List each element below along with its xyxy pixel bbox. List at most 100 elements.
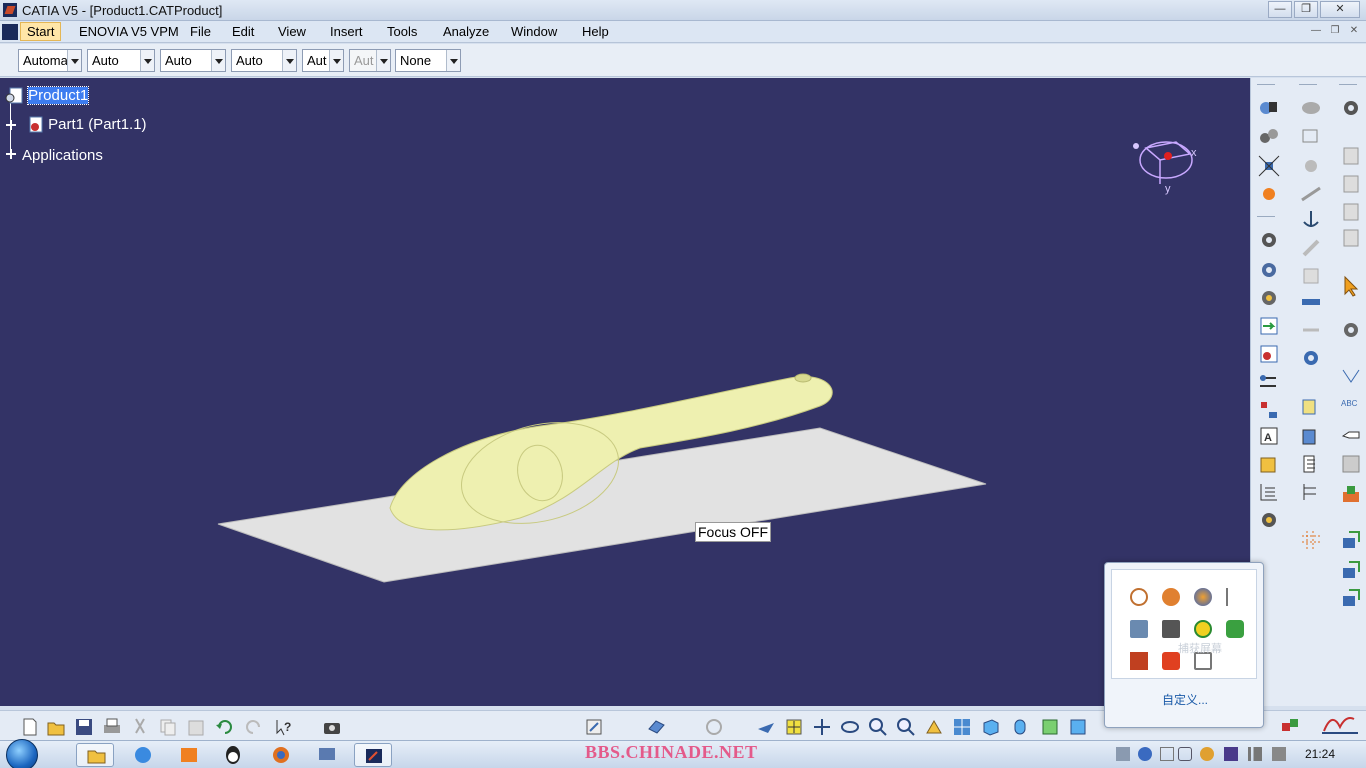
taskbar-qq-button[interactable] bbox=[214, 743, 252, 767]
clash-icon[interactable] bbox=[1299, 236, 1323, 260]
view-plane-icon[interactable] bbox=[1339, 482, 1363, 506]
flag-icon[interactable] bbox=[1226, 588, 1244, 606]
open-icon[interactable] bbox=[46, 717, 66, 737]
tree-node-applications[interactable]: Applications bbox=[22, 147, 103, 164]
wireframe-icon[interactable] bbox=[1299, 124, 1323, 148]
network-icon[interactable] bbox=[1248, 747, 1262, 761]
workbench-icon[interactable] bbox=[1280, 717, 1300, 737]
catalog-browser-icon[interactable] bbox=[646, 717, 666, 737]
line-type-combo[interactable]: Auto bbox=[231, 49, 297, 72]
select-arrow-icon[interactable] bbox=[1339, 274, 1363, 298]
taskbar-firefox-button[interactable] bbox=[262, 743, 300, 767]
fly-icon[interactable] bbox=[756, 717, 776, 737]
dimension-icon[interactable] bbox=[1339, 364, 1363, 388]
zoom-out-icon[interactable] bbox=[896, 717, 916, 737]
capture-view-icon[interactable] bbox=[1339, 452, 1363, 476]
display-icon[interactable] bbox=[1162, 620, 1180, 638]
grid-icon[interactable] bbox=[1299, 528, 1323, 552]
publish-icon[interactable] bbox=[1339, 558, 1363, 582]
zoom-in-icon[interactable] bbox=[868, 717, 888, 737]
volume-icon[interactable] bbox=[1130, 652, 1148, 670]
multi-view-icon[interactable] bbox=[952, 717, 972, 737]
new-icon[interactable] bbox=[20, 717, 40, 737]
assembly-constraint-icon[interactable] bbox=[1257, 96, 1281, 120]
snap-icon[interactable] bbox=[1299, 154, 1323, 178]
3d-viewport[interactable]: Product1 Part1 (Part1.1) Applications x … bbox=[0, 78, 1250, 706]
input-icon[interactable] bbox=[1160, 747, 1174, 761]
line-thickness-combo[interactable]: Auto bbox=[160, 49, 226, 72]
existing-component-icon[interactable] bbox=[1257, 342, 1281, 366]
tree-node-part1[interactable]: Part1 (Part1.1) bbox=[24, 115, 147, 135]
shield-icon[interactable] bbox=[1130, 588, 1148, 606]
security-plus-icon[interactable] bbox=[1194, 620, 1212, 638]
gear-icon[interactable] bbox=[1339, 318, 1363, 342]
taskbar-media-button[interactable] bbox=[170, 743, 208, 767]
point-symbol-combo[interactable]: Aut bbox=[302, 49, 344, 72]
close-button[interactable]: ✕ bbox=[1320, 1, 1360, 18]
help-icon[interactable] bbox=[1138, 747, 1152, 761]
sectioning-icon[interactable] bbox=[1299, 264, 1323, 288]
text-icon[interactable]: A bbox=[1257, 424, 1281, 448]
menu-file[interactable]: File bbox=[190, 24, 211, 39]
insert-component-icon[interactable] bbox=[1257, 314, 1281, 338]
menu-tools[interactable]: Tools bbox=[387, 24, 417, 39]
rotate-icon[interactable] bbox=[840, 717, 860, 737]
part-catalog-icon[interactable] bbox=[1299, 394, 1323, 418]
chevron-down-icon[interactable] bbox=[282, 50, 296, 71]
swap-visible-space-icon[interactable] bbox=[1068, 717, 1088, 737]
mdi-close-button[interactable]: ✕ bbox=[1346, 24, 1362, 39]
update-icon[interactable] bbox=[584, 717, 604, 737]
new-component-icon[interactable] bbox=[1257, 452, 1281, 476]
shading-icon[interactable] bbox=[1010, 717, 1030, 737]
minimize-button[interactable]: — bbox=[1268, 1, 1292, 18]
expand-icon[interactable] bbox=[6, 149, 16, 159]
sheet-icon[interactable] bbox=[1339, 144, 1363, 168]
menu-edit[interactable]: Edit bbox=[232, 24, 254, 39]
taskbar-screen-button[interactable] bbox=[308, 743, 346, 767]
gear-icon[interactable] bbox=[1339, 96, 1363, 120]
refresh-icon[interactable] bbox=[704, 717, 724, 737]
undo-icon[interactable] bbox=[214, 717, 234, 737]
distance-icon[interactable] bbox=[1299, 318, 1323, 342]
taskbar-ie-button[interactable] bbox=[124, 743, 162, 767]
chevron-down-icon[interactable] bbox=[329, 50, 343, 71]
fit-all-icon[interactable] bbox=[784, 717, 804, 737]
sheet-icon[interactable] bbox=[1339, 200, 1363, 224]
pan-icon[interactable] bbox=[812, 717, 832, 737]
keyboard-icon[interactable] bbox=[1116, 747, 1130, 761]
measure-icon[interactable] bbox=[1299, 290, 1323, 314]
system-clock[interactable]: 21:24 bbox=[1305, 747, 1335, 761]
copy-icon[interactable] bbox=[158, 717, 178, 737]
taskbar-explorer-button[interactable] bbox=[76, 743, 114, 767]
bill-of-material-icon[interactable] bbox=[1299, 452, 1323, 476]
capture-icon[interactable] bbox=[322, 717, 342, 737]
manipulate-icon[interactable] bbox=[1257, 182, 1281, 206]
3d-scene[interactable] bbox=[0, 78, 1250, 706]
maximize-button[interactable]: ❐ bbox=[1294, 1, 1318, 18]
mdi-minimize-button[interactable]: — bbox=[1308, 24, 1324, 39]
menu-help[interactable]: Help bbox=[582, 24, 609, 39]
publish-icon[interactable] bbox=[1339, 586, 1363, 610]
compass-icon[interactable]: x y bbox=[1130, 134, 1205, 196]
cut-icon[interactable] bbox=[130, 717, 150, 737]
guard-icon[interactable] bbox=[1226, 620, 1244, 638]
section-icon[interactable] bbox=[1299, 182, 1323, 206]
redo-icon[interactable] bbox=[244, 717, 264, 737]
iso-view-icon[interactable] bbox=[980, 717, 1000, 737]
shading-icon[interactable] bbox=[1299, 96, 1323, 120]
replace-component-icon[interactable] bbox=[1257, 370, 1281, 394]
whats-this-icon[interactable]: ? bbox=[274, 717, 294, 737]
annotation-text-icon[interactable]: ABC bbox=[1339, 392, 1363, 416]
explode-icon[interactable] bbox=[1257, 154, 1281, 178]
windows-start-icon[interactable] bbox=[6, 739, 38, 768]
menu-start[interactable]: Start bbox=[20, 22, 62, 41]
tree-list-icon[interactable] bbox=[1299, 480, 1323, 504]
print-icon[interactable] bbox=[102, 717, 122, 737]
product-catalog-icon[interactable] bbox=[1299, 424, 1323, 448]
flag-note-icon[interactable] bbox=[1339, 422, 1363, 446]
menu-insert[interactable]: Insert bbox=[330, 24, 363, 39]
gear-icon[interactable] bbox=[1299, 346, 1323, 370]
taskbar-catia-button[interactable] bbox=[354, 743, 392, 767]
browser-icon[interactable] bbox=[1194, 588, 1212, 606]
gear-icon[interactable] bbox=[1257, 508, 1281, 532]
